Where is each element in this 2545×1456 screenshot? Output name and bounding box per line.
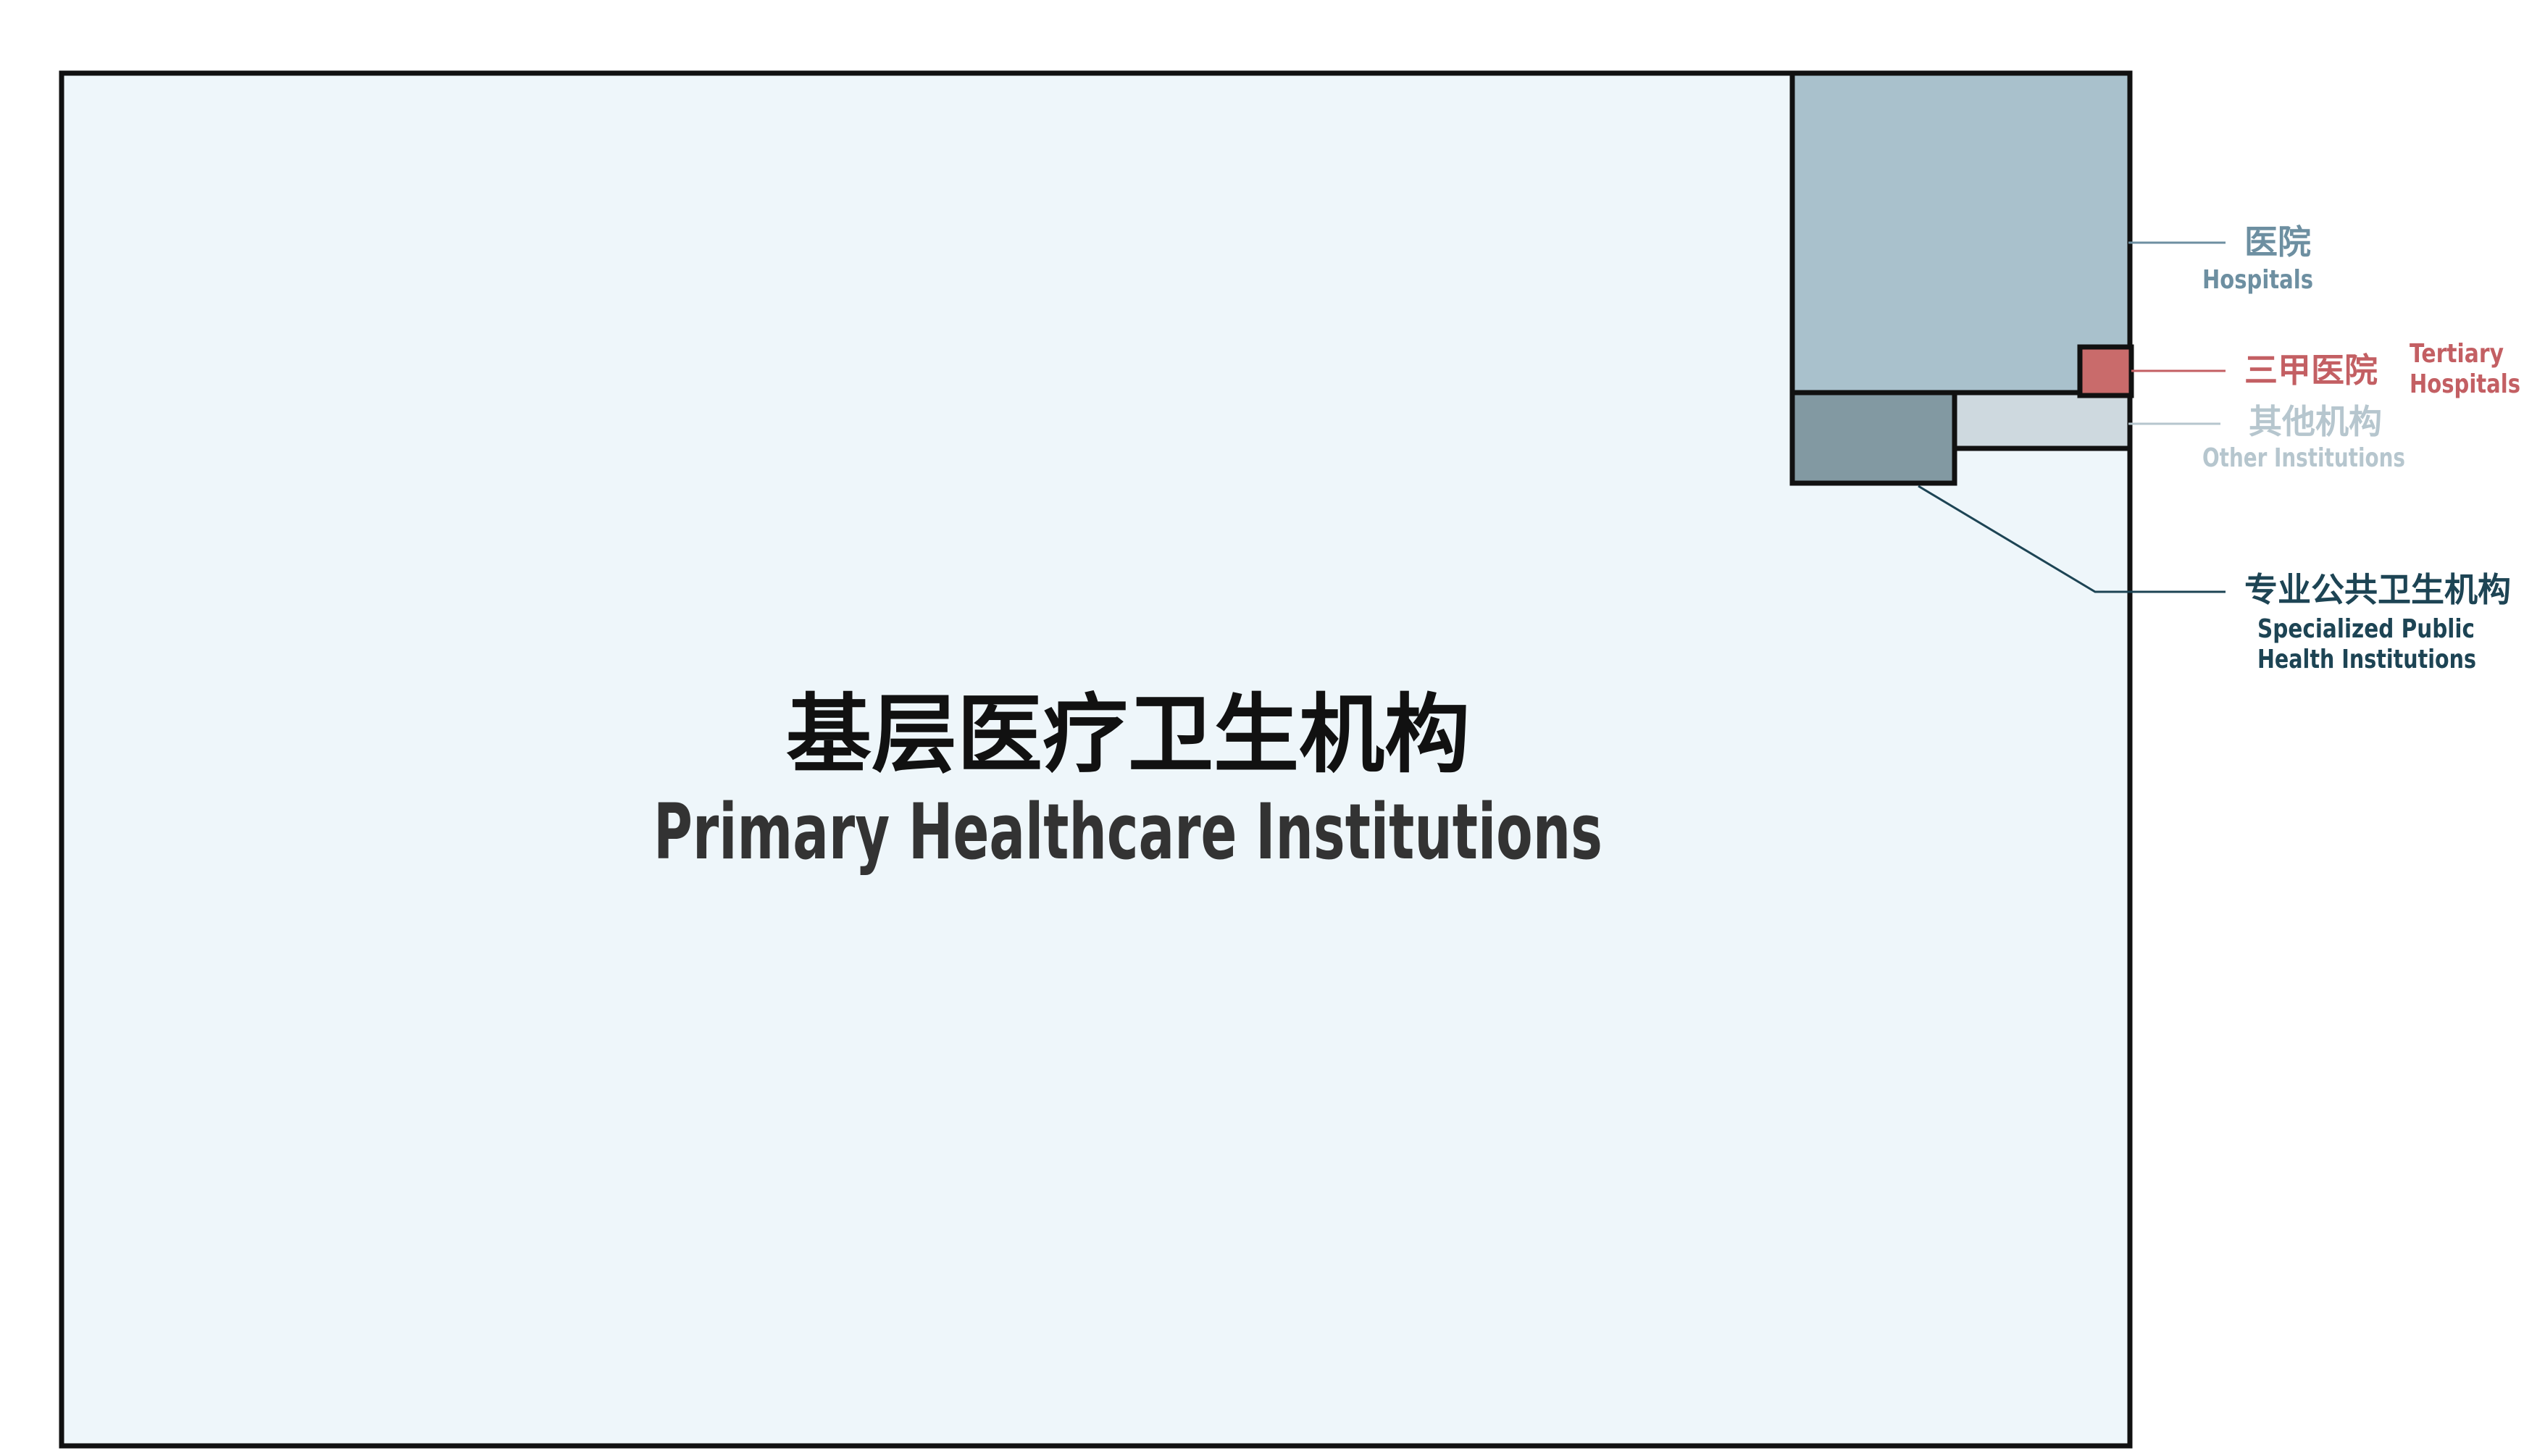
specialized-public-health-block: [1789, 390, 1957, 486]
tertiary-label-en-line2: Hospitals: [2410, 369, 2520, 399]
specialized-label-en-line2: Health Institutions: [2257, 645, 2476, 674]
other-institutions-block: [1952, 390, 2133, 451]
other-label-zh: 其他机构: [2249, 402, 2382, 441]
primary-label-zh: 基层医疗卫生机构: [786, 685, 1470, 785]
other-label-en: Other Institutions: [2202, 443, 2405, 473]
tertiary-label-en-line1: Tertiary: [2410, 339, 2504, 369]
tertiary-label-zh: 三甲医院: [2244, 351, 2378, 390]
hospitals-label-en: Hospitals: [2202, 265, 2313, 295]
specialized-label-en-line1: Specialized Public: [2257, 614, 2475, 644]
hospitals-label-zh: 医院: [2244, 222, 2311, 262]
tertiary-hospitals-block: [2077, 344, 2134, 398]
primary-label-en: Primary Healthcare Institutions: [653, 787, 1602, 876]
treemap-diagram: 基层医疗卫生机构 Primary Healthcare Institutions…: [59, 70, 2520, 1449]
specialized-label-zh: 专业公共卫生机构: [2244, 570, 2511, 609]
